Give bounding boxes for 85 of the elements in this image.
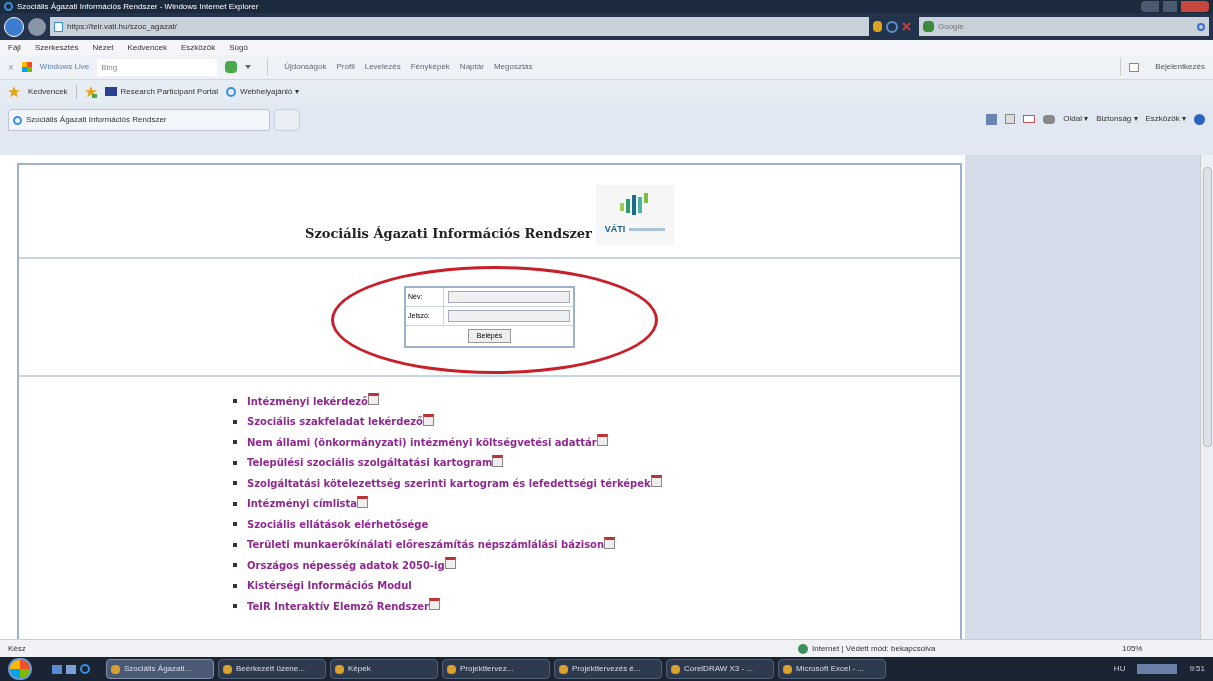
document-icon[interactable] (357, 495, 369, 508)
scrollbar[interactable] (1200, 155, 1213, 639)
menu-item[interactable]: Kedvencek (127, 41, 167, 54)
logo-text: VÁTI (604, 223, 626, 236)
favorite-link[interactable]: Webhelyajánló ▾ (240, 85, 299, 98)
security-zone-text: Internet | Védett mód: bekapcsolva (812, 642, 937, 655)
command-menu[interactable]: Biztonság ▾ (1096, 113, 1138, 125)
browser-tab[interactable]: Szociális Ágazati Információs Rendszer (8, 109, 270, 131)
document-icon[interactable] (650, 475, 662, 488)
toolbar-link[interactable]: Levelezés (364, 61, 401, 73)
page-link[interactable]: Szolgáltatási kötelezettség szerinti kartogram és lefedettségi térképek (247, 475, 651, 491)
taskbar-button[interactable]: Beérkezett üzene... (218, 659, 326, 679)
bullet-icon (233, 399, 237, 404)
taskbar-button[interactable]: Microsoft Excel - ... (778, 659, 886, 679)
page-link[interactable]: Területi munkaerőkínálati előreszámítás népszámlálási bázison (247, 537, 605, 553)
star-icon (8, 85, 20, 98)
page-icon (54, 21, 63, 32)
document-icon[interactable] (422, 413, 434, 426)
bullet-icon (233, 419, 237, 424)
document-icon[interactable] (492, 454, 504, 467)
clock[interactable]: 9:51 (1189, 663, 1205, 675)
taskbar-button[interactable]: Szociális Ágazati... (106, 659, 214, 679)
address-field[interactable]: https://teir.vati.hu/szoc_agazat/ (50, 17, 869, 36)
page-link[interactable]: Nem állami (önkormányzati) intézményi költségvetési adattár (247, 434, 597, 450)
taskbar-button[interactable]: CorelDRAW X3 - ... (666, 659, 774, 679)
menu-item[interactable]: Eszközök (180, 41, 216, 54)
taskbar-button[interactable]: Projekttervezés é... (554, 659, 662, 679)
document-icon[interactable] (444, 557, 456, 570)
bullet-icon (233, 481, 237, 486)
password-field[interactable] (448, 309, 570, 322)
menu-item[interactable]: Szerkesztés (34, 41, 79, 54)
document-icon[interactable] (604, 536, 616, 549)
bullet-icon (233, 440, 237, 445)
page-link[interactable]: Országos népesség adatok 2050-ig (247, 557, 445, 573)
favorites-button[interactable]: Kedvencek (28, 85, 68, 98)
toolbar-link[interactable]: Naptár (459, 61, 484, 73)
windows-flag-icon (21, 62, 32, 72)
document-icon[interactable] (596, 434, 608, 447)
page-link[interactable]: Intézményi lekérdező (247, 393, 368, 409)
zoom-button[interactable]: 105% (1122, 642, 1143, 655)
start-button[interactable] (8, 658, 32, 680)
command-menu[interactable]: Oldal ▾ (1063, 113, 1089, 125)
menu-item[interactable]: Súgó (229, 41, 248, 54)
bullet-icon (233, 460, 237, 465)
back-button[interactable] (4, 16, 24, 37)
menu-item[interactable]: Fájl (8, 41, 21, 54)
bullet-icon (233, 501, 237, 506)
add-favorite-icon[interactable] (84, 85, 97, 98)
bullet-icon (233, 563, 237, 568)
page-link[interactable]: Szociális szakfeladat lekérdező (247, 414, 423, 430)
taskbar-button[interactable]: Projekttervez... (442, 659, 550, 679)
status-text: Kész (8, 642, 27, 655)
bullet-icon (233, 522, 237, 527)
stop-icon[interactable] (902, 22, 911, 31)
page-link[interactable]: Intézményi címlista (247, 496, 358, 512)
search-field[interactable]: Google (938, 18, 1188, 35)
document-icon[interactable] (429, 598, 440, 611)
bullet-icon (233, 604, 237, 609)
window-title: Szociális Ágazati Információs Rendszer - Windows Internet Explorer (17, 2, 259, 11)
forward-button[interactable] (28, 17, 46, 36)
windows-live-label: Windows Live (39, 61, 90, 73)
checkbox-icon (1129, 62, 1140, 72)
bullet-icon (233, 583, 237, 588)
document-icon[interactable] (367, 393, 379, 406)
bullet-icon (233, 542, 237, 547)
toolbar-link[interactable]: Fényképek (410, 61, 450, 73)
search-box[interactable]: Google (919, 17, 1209, 36)
language-indicator[interactable]: HU (1113, 663, 1126, 675)
username-field[interactable] (448, 290, 570, 303)
command-menu[interactable]: Eszközök ▾ (1145, 113, 1186, 125)
page-link[interactable]: Települési szociális szolgáltatási kartogram (247, 455, 493, 471)
page-link[interactable]: Szociális ellátások elérhetősége (247, 516, 429, 532)
sign-in-link[interactable]: Bejelentkezés (1155, 61, 1205, 73)
taskbar-button[interactable]: Képek (330, 659, 438, 679)
toolbar-link[interactable]: Profil (336, 61, 355, 73)
toolbar-link[interactable]: Újdonságok (284, 61, 327, 73)
menu-item[interactable]: Nézet (92, 41, 114, 54)
bing-search-field[interactable]: Bing (97, 58, 218, 76)
logo-tagline-icon (629, 228, 666, 232)
page-link[interactable]: TeIR Interaktív Elemző Rendszer (247, 598, 429, 614)
favorite-link[interactable]: Research Participant Portal (120, 85, 218, 98)
dropdown-arrow-icon[interactable] (245, 65, 252, 69)
page-title: Szociális Ágazati Információs Rendszer (305, 224, 592, 243)
page-link[interactable]: Kistérségi Információs Modul (247, 578, 412, 594)
toolbar-link[interactable]: Megosztás (493, 61, 533, 73)
